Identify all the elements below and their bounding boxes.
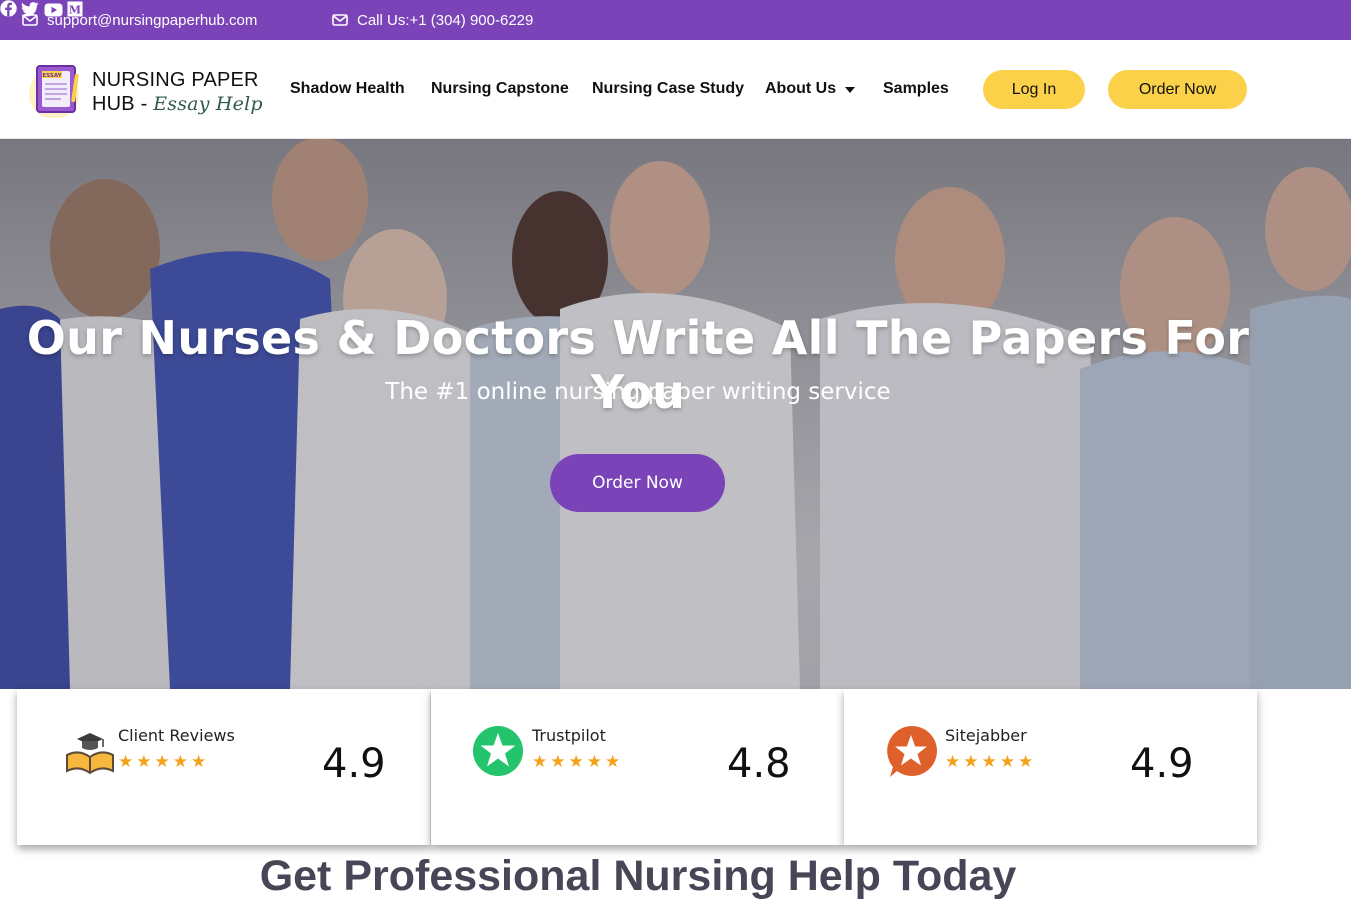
rating-score: 4.9 — [1130, 741, 1194, 787]
star-icon: ★ — [586, 752, 602, 771]
sitejabber-star-icon — [885, 725, 939, 779]
star-rating: ★ ★ ★ ★ ★ — [945, 753, 1033, 770]
star-icon: ★ — [1018, 752, 1034, 771]
nav-label: Shadow Health — [290, 80, 405, 97]
star-icon: ★ — [172, 752, 188, 771]
nav-nursing-capstone[interactable]: Nursing Capstone — [431, 80, 569, 98]
rating-source-name: Trustpilot — [532, 726, 606, 745]
nav-label: Nursing Case Study — [592, 80, 745, 97]
star-icon: ★ — [118, 752, 134, 771]
rating-score: 4.8 — [727, 741, 791, 787]
star-icon: ★ — [981, 752, 997, 771]
nav-about-us[interactable]: About Us — [765, 80, 856, 98]
logo-wordmark[interactable]: NURSING PAPER HUB - Essay Help — [92, 68, 263, 116]
order-now-hero-button[interactable]: Order Now — [550, 454, 725, 512]
star-icon: ★ — [963, 752, 979, 771]
order-now-header-button[interactable]: Order Now — [1108, 70, 1247, 109]
envelope-icon — [22, 14, 38, 26]
rating-score: 4.9 — [322, 741, 386, 787]
star-rating: ★ ★ ★ ★ ★ — [118, 753, 206, 770]
logo-line2: HUB - — [92, 93, 154, 115]
nav-label: About Us — [765, 80, 837, 97]
star-icon: ★ — [605, 752, 621, 771]
star-icon: ★ — [550, 752, 566, 771]
logo-icon[interactable]: ESSAY — [28, 60, 82, 119]
facebook-icon[interactable] — [0, 0, 21, 21]
phone-text[interactable]: Call Us:+1 (304) 900-6229 — [357, 12, 533, 29]
email-contact[interactable]: support@nursingpaperhub.com — [22, 0, 257, 40]
star-icon: ★ — [945, 752, 961, 771]
nav-nursing-case-study[interactable]: Nursing Case Study — [592, 80, 744, 98]
hero-section: Our Nurses & Doctors Write All The Paper… — [0, 139, 1351, 689]
nav-shadow-health[interactable]: Shadow Health — [290, 80, 405, 98]
star-rating: ★ ★ ★ ★ ★ — [532, 753, 620, 770]
logo-line2-wrap: HUB - Essay Help — [92, 92, 263, 116]
section-title: Get Professional Nursing Help Today — [259, 852, 1017, 900]
logo-tagline: Essay Help — [153, 93, 263, 115]
logo-badge-text: ESSAY — [42, 73, 62, 79]
top-bar: support@nursingpaperhub.com Call Us:+1 (… — [0, 0, 1351, 40]
star-icon: ★ — [191, 752, 207, 771]
star-icon: ★ — [154, 752, 170, 771]
hero-subtitle: The #1 online nursing paper writing serv… — [385, 379, 891, 405]
star-icon: ★ — [136, 752, 152, 771]
nav-label: Nursing Capstone — [431, 80, 569, 97]
graduation-book-icon — [63, 725, 117, 779]
chevron-down-icon — [845, 87, 856, 93]
site-header: ESSAY NURSING PAPER HUB - Essay Help Sha… — [0, 40, 1351, 139]
envelope-icon — [332, 14, 348, 26]
rating-card-trustpilot: Trustpilot ★ ★ ★ ★ ★ 4.8 — [431, 689, 844, 845]
trustpilot-star-icon — [472, 725, 526, 779]
email-text[interactable]: support@nursingpaperhub.com — [47, 12, 257, 29]
nav-samples[interactable]: Samples — [883, 80, 949, 98]
rating-source-name: Client Reviews — [118, 726, 235, 745]
phone-contact[interactable]: Call Us:+1 (304) 900-6229 — [332, 0, 533, 40]
rating-card-sitejabber: Sitejabber ★ ★ ★ ★ ★ 4.9 — [844, 689, 1257, 845]
star-icon: ★ — [532, 752, 548, 771]
rating-card-client-reviews: Client Reviews ★ ★ ★ ★ ★ 4.9 — [17, 689, 430, 845]
logo-line1: NURSING PAPER — [92, 69, 259, 91]
rating-source-name: Sitejabber — [945, 726, 1027, 745]
star-icon: ★ — [999, 752, 1015, 771]
nav-label: Samples — [883, 80, 949, 97]
login-button[interactable]: Log In — [983, 70, 1085, 109]
star-icon: ★ — [568, 752, 584, 771]
